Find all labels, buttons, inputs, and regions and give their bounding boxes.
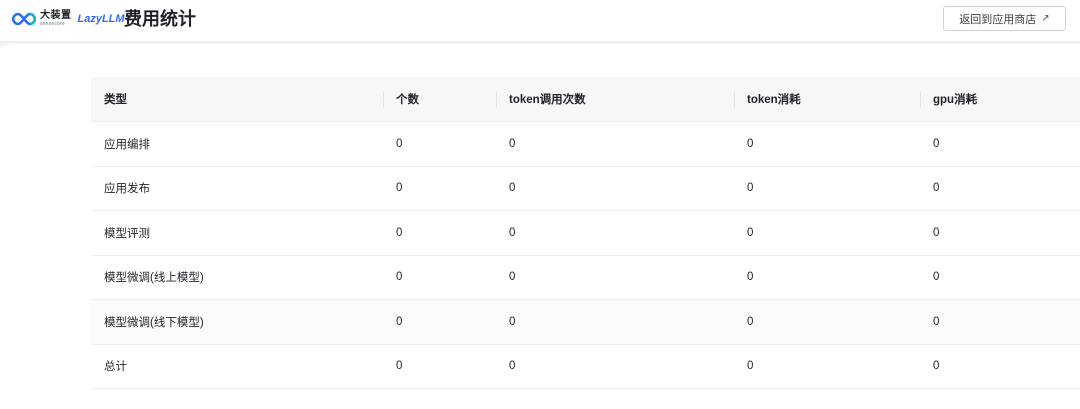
- cell-token-calls: 0: [496, 166, 734, 211]
- top-header: 大装置 sensecore LazyLLM 费用统计 返回到应用商店 ↗: [0, 0, 1080, 40]
- cell-count: 0: [383, 121, 496, 167]
- back-to-app-store-button[interactable]: 返回到应用商店 ↗: [943, 6, 1066, 31]
- table-header-row: 类型 个数 token调用次数 token消耗 gpu消耗: [91, 77, 1080, 122]
- cell-token-usage: 0: [734, 255, 920, 300]
- cell-token-calls: 0: [496, 344, 734, 389]
- column-header-count: 个数: [383, 77, 496, 122]
- cell-count: 0: [383, 210, 496, 256]
- cell-token-calls: 0: [496, 255, 734, 300]
- cell-type: 模型微调(线下模型): [91, 299, 383, 345]
- product-name: LazyLLM: [77, 13, 125, 25]
- cell-token-usage: 0: [734, 166, 920, 211]
- cell-gpu-usage: 0: [920, 299, 1080, 345]
- cell-gpu-usage: 0: [920, 344, 1080, 389]
- cell-type: 模型评测: [91, 210, 383, 256]
- column-header-type: 类型: [91, 77, 383, 122]
- brand-logo[interactable]: 大装置 sensecore LazyLLM: [12, 9, 125, 29]
- cost-statistics-table: 类型 个数 token调用次数 token消耗 gpu消耗 应用编排 0 0 0…: [91, 77, 1080, 389]
- cell-token-calls: 0: [496, 210, 734, 256]
- cell-token-usage: 0: [734, 344, 920, 389]
- cell-count: 0: [383, 299, 496, 345]
- cell-count: 0: [383, 344, 496, 389]
- brand-name-en: sensecore: [40, 21, 65, 27]
- cell-type: 应用编排: [91, 121, 383, 167]
- brand-name-cn: 大装置: [40, 10, 72, 21]
- table-row: 总计 0 0 0 0: [91, 344, 1080, 389]
- brand-name: 大装置 sensecore: [40, 11, 72, 27]
- cell-gpu-usage: 0: [920, 121, 1080, 167]
- table-row: 模型微调(线上模型) 0 0 0 0: [91, 255, 1080, 300]
- table-row: 应用编排 0 0 0 0: [91, 121, 1080, 167]
- arrow-up-right-icon: ↗: [1041, 13, 1050, 24]
- column-header-token-calls: token调用次数: [496, 77, 734, 122]
- cell-gpu-usage: 0: [920, 166, 1080, 211]
- page-title: 费用统计: [124, 9, 196, 29]
- cell-gpu-usage: 0: [920, 255, 1080, 300]
- cell-type: 应用发布: [91, 166, 383, 211]
- column-header-token-usage: token消耗: [734, 77, 920, 122]
- cell-type: 总计: [91, 344, 383, 389]
- cell-count: 0: [383, 166, 496, 211]
- table-row: 模型微调(线下模型) 0 0 0 0: [91, 299, 1080, 345]
- infinity-logo-icon: [12, 12, 36, 26]
- cell-token-usage: 0: [734, 299, 920, 345]
- cell-type: 模型微调(线上模型): [91, 255, 383, 300]
- cell-token-usage: 0: [734, 121, 920, 167]
- column-header-gpu-usage: gpu消耗: [920, 77, 1080, 122]
- table-row: 模型评测 0 0 0 0: [91, 210, 1080, 256]
- back-to-app-store-label: 返回到应用商店: [959, 13, 1037, 26]
- cell-token-calls: 0: [496, 121, 734, 167]
- cell-token-calls: 0: [496, 299, 734, 345]
- cell-count: 0: [383, 255, 496, 300]
- table-row: 应用发布 0 0 0 0: [91, 166, 1080, 211]
- cell-token-usage: 0: [734, 210, 920, 256]
- cell-gpu-usage: 0: [920, 210, 1080, 256]
